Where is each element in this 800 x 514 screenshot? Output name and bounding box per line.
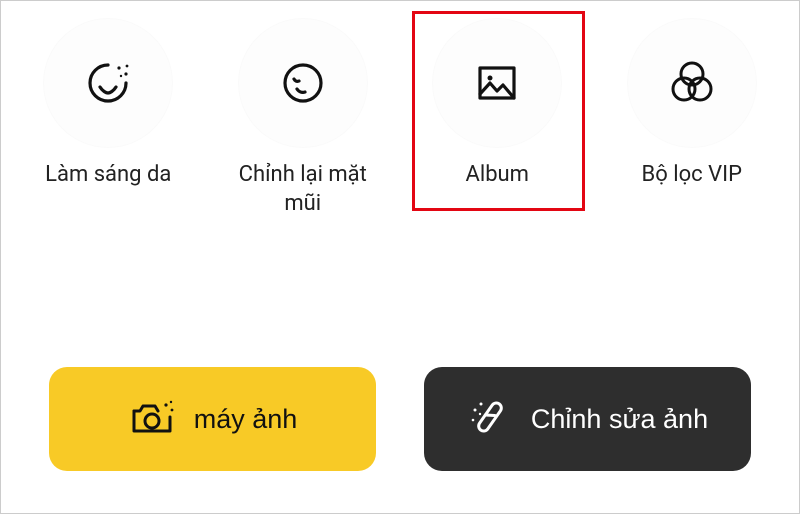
camera-button[interactable]: máy ảnh [49, 367, 376, 471]
feature-label: Chỉnh lại mặt mũi [223, 161, 383, 218]
feature-skin-brighten[interactable]: Làm sáng da [23, 19, 193, 190]
face-wink-icon [277, 57, 329, 109]
feature-circle [239, 19, 367, 147]
overlap-circles-icon [665, 56, 719, 110]
image-icon [472, 58, 522, 108]
edit-button[interactable]: Chỉnh sửa ảnh [424, 367, 751, 471]
feature-circle [433, 19, 561, 147]
feature-label: Album [466, 161, 529, 190]
action-row: máy ảnh Chỉnh sửa ảnh [1, 367, 799, 471]
feature-label: Bộ lọc VIP [642, 161, 742, 190]
camera-button-label: máy ảnh [194, 404, 298, 435]
feature-row: Làm sáng da Chỉnh lại mặt mũi [1, 1, 799, 218]
magic-wand-icon [467, 396, 513, 442]
feature-album[interactable]: Album [412, 19, 582, 190]
feature-label: Làm sáng da [45, 161, 171, 190]
smile-sparkle-icon [82, 57, 134, 109]
edit-button-label: Chỉnh sửa ảnh [531, 404, 708, 435]
feature-face-adjust[interactable]: Chỉnh lại mặt mũi [218, 19, 388, 218]
camera-sparkle-icon [128, 395, 176, 443]
feature-vip-filter[interactable]: Bộ lọc VIP [607, 19, 777, 190]
feature-circle [628, 19, 756, 147]
feature-circle [44, 19, 172, 147]
